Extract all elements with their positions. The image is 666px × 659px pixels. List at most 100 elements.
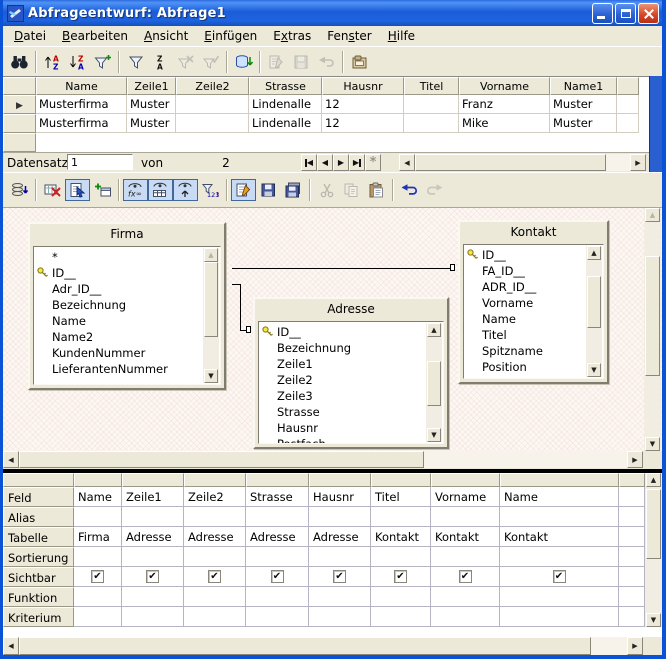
scrollbar-thumb[interactable] [415,154,606,171]
design-column-header[interactable] [184,473,246,487]
field-item[interactable]: KundenNummer [37,345,220,361]
field-item[interactable]: Position [467,359,603,375]
sichtbar-checkbox[interactable]: ✔ [271,570,284,583]
menu-bearbeiten[interactable]: Bearbeiten [54,27,136,46]
sortierung-cell[interactable] [371,547,431,567]
cut-button[interactable] [314,179,339,201]
cell[interactable] [404,95,459,114]
feld-cell[interactable]: Zeile1 [122,487,184,507]
row-selector[interactable]: ▶ [3,95,36,114]
scrollbar-thumb[interactable] [19,637,591,655]
design-column-header[interactable] [74,473,122,487]
undo-button[interactable] [397,179,422,201]
feld-cell[interactable]: Titel [371,487,431,507]
menu-extras[interactable]: Extras [265,27,319,46]
design-column-header[interactable] [431,473,500,487]
grid-corner[interactable] [3,77,36,95]
design-column-header[interactable] [122,473,184,487]
table-title[interactable]: Adresse [255,299,447,319]
alias-cell[interactable] [309,507,371,527]
undo-data-entry-button[interactable] [314,51,339,73]
cell[interactable]: Mike [459,114,550,133]
scrollbar-thumb[interactable] [19,451,424,468]
column-header-strasse[interactable]: Strasse [249,77,322,95]
design-column-header[interactable] [500,473,619,487]
field-item[interactable]: Bezeichnung [37,297,220,313]
field-item[interactable]: Titel [467,327,603,343]
table-box-adresse[interactable]: Adresse ID__ Bezeichnung Zeile1 Zeile2 Z… [253,297,449,449]
kriterium-cell[interactable] [500,607,619,627]
add-table-button[interactable] [90,179,115,201]
join-line-firma-kontakt[interactable] [232,268,451,269]
sichtbar-checkbox[interactable]: ✔ [208,570,221,583]
new-record-button[interactable]: * [365,154,381,171]
feld-cell[interactable]: Name [500,487,619,507]
field-item[interactable]: ID__ [262,324,443,340]
scroll-down-icon[interactable]: ▼ [427,428,441,442]
design-horizontal-scrollbar[interactable]: ◀ ▶ [3,451,643,468]
remove-filter-sort-button[interactable] [173,51,198,73]
menu-fenster[interactable]: Fenster [319,27,380,46]
sort-order-button[interactable]: ZA [148,51,173,73]
first-record-button[interactable]: ◀ [301,154,317,171]
cell[interactable]: Muster [550,114,617,133]
refresh-button[interactable] [231,51,256,73]
field-item[interactable]: Zeile2 [262,372,443,388]
field-list-scrollbar[interactable]: ▲ ▼ [426,323,442,442]
field-item[interactable]: FA_ID__ [467,263,603,279]
sichtbar-checkbox[interactable]: ✔ [459,570,472,583]
menu-einfuegen[interactable]: Einfügen [196,27,265,46]
tabelle-cell[interactable]: Kontakt [500,527,619,547]
cell[interactable] [176,114,249,133]
field-item[interactable]: Spitzname [467,343,603,359]
design-column-header[interactable] [371,473,431,487]
table-name-button[interactable] [148,179,173,201]
sortierung-cell[interactable] [309,547,371,567]
field-item[interactable]: Strasse [262,404,443,420]
alias-cell[interactable] [500,507,619,527]
cell[interactable] [176,95,249,114]
field-item[interactable]: ID__ [37,265,220,281]
scroll-left-icon[interactable]: ◀ [399,154,415,171]
tabelle-cell[interactable]: Adresse [246,527,309,547]
previous-record-button[interactable]: ◀ [317,154,333,171]
cell[interactable]: 12 [322,95,404,114]
column-header-name1[interactable]: Name1 [550,77,617,95]
field-item[interactable]: Name [37,313,220,329]
edit-button[interactable] [231,179,256,201]
tabelle-cell[interactable]: Kontakt [431,527,500,547]
scroll-right-icon[interactable]: ▶ [627,637,643,655]
save-button[interactable] [256,179,281,201]
kriterium-cell[interactable] [74,607,122,627]
sortierung-cell[interactable] [246,547,309,567]
feld-cell[interactable]: Vorname [431,487,500,507]
alias-cell[interactable] [184,507,246,527]
sortierung-cell[interactable] [122,547,184,567]
feld-cell[interactable]: Name [74,487,122,507]
kriterium-cell[interactable] [246,607,309,627]
column-header-name[interactable]: Name [36,77,127,95]
column-header-vorname[interactable]: Vorname [459,77,550,95]
scroll-right-icon[interactable]: ▶ [630,154,646,171]
scroll-up-icon[interactable]: ▲ [646,473,661,487]
autofilter-button[interactable] [90,51,115,73]
field-item[interactable]: Postfach [262,436,443,444]
cell[interactable] [404,114,459,133]
scrollbar-thumb[interactable] [587,276,601,328]
field-item[interactable]: Vorname [467,295,603,311]
field-item[interactable]: Name [467,311,603,327]
apply-filter-button[interactable] [198,51,223,73]
minimize-button[interactable] [592,3,613,24]
sichtbar-checkbox[interactable]: ✔ [333,570,346,583]
sort-descending-button[interactable]: ZA [65,51,90,73]
close-button[interactable] [638,3,659,24]
table-title[interactable]: Firma [30,224,224,244]
sichtbar-checkbox[interactable]: ✔ [553,570,566,583]
tabelle-cell[interactable]: Adresse [184,527,246,547]
sichtbar-checkbox[interactable]: ✔ [146,570,159,583]
query-design-canvas[interactable]: Firma * ID__ Adr_ID__ Bezeichnung Name N… [3,208,662,468]
scroll-left-icon[interactable]: ◀ [3,637,19,655]
save-record-button[interactable] [289,51,314,73]
functions-button[interactable]: fx∞ [123,179,148,201]
funktion-cell[interactable] [431,587,500,607]
